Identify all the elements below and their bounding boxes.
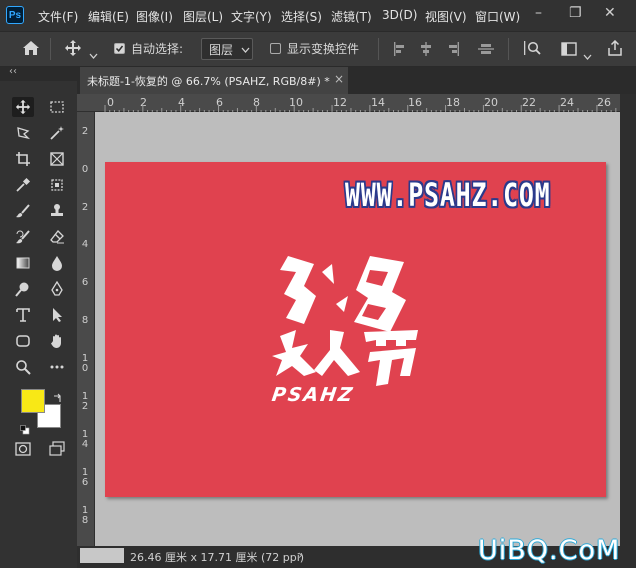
status-menu-arrow-icon[interactable]: › xyxy=(298,548,303,562)
tools-panel-header: ‹‹ xyxy=(0,66,77,81)
eraser-tool-icon[interactable] xyxy=(46,227,68,247)
menu-filter[interactable]: 滤镜(T) xyxy=(331,8,372,25)
frequency-tool-icon[interactable] xyxy=(46,175,68,195)
search-icon[interactable] xyxy=(524,40,542,60)
ruler-label: 12 xyxy=(81,391,89,412)
canvas-url-text: WWW.PSAHZ.COM xyxy=(345,176,551,214)
ruler-label: 6 xyxy=(81,277,89,288)
align-center-icon[interactable] xyxy=(419,41,433,60)
chevron-down-icon[interactable] xyxy=(583,45,592,64)
show-transform-checkbox[interactable] xyxy=(270,43,281,54)
auto-select-label: 自动选择: xyxy=(131,42,184,56)
menu-type[interactable]: 文字(Y) xyxy=(231,8,272,25)
zoom-level-field[interactable] xyxy=(80,548,124,563)
photoshop-logo-icon[interactable]: Ps xyxy=(6,6,24,24)
close-tab-icon[interactable]: × xyxy=(334,72,344,86)
stamp-tool-icon[interactable] xyxy=(46,201,68,221)
ruler-label: 16 xyxy=(81,467,89,488)
frame-tool-icon[interactable] xyxy=(46,149,68,169)
menu-select[interactable]: 选择(S) xyxy=(281,8,322,25)
options-separator xyxy=(508,38,509,60)
gradient-tool-icon[interactable] xyxy=(12,253,34,273)
close-window-button[interactable]: ✕ xyxy=(604,5,616,21)
lasso-tool-icon[interactable] xyxy=(12,123,34,143)
ruler-label: 0 xyxy=(81,164,89,175)
menu-edit[interactable]: 编辑(E) xyxy=(88,8,129,25)
chevron-down-icon[interactable] xyxy=(89,44,98,63)
foreground-color-swatch[interactable] xyxy=(21,389,45,413)
ruler-label: 18 xyxy=(81,505,89,526)
share-icon[interactable] xyxy=(607,39,623,60)
path-selection-tool-icon[interactable] xyxy=(46,305,68,325)
more-tools-icon[interactable] xyxy=(46,357,68,377)
shape-tool-icon[interactable] xyxy=(12,331,34,351)
blur-tool-icon[interactable] xyxy=(46,253,68,273)
quick-mask-icon[interactable] xyxy=(12,439,34,459)
magic-wand-tool-icon[interactable] xyxy=(46,123,68,143)
options-separator xyxy=(378,38,379,60)
ruler-label: 2 xyxy=(81,202,89,213)
show-transform-label: 显示变换控件 xyxy=(287,42,360,56)
align-vertical-icon[interactable] xyxy=(478,41,494,60)
auto-select-target-dropdown[interactable]: 图层 xyxy=(201,38,253,60)
marquee-tool-icon[interactable] xyxy=(46,97,68,117)
screen-mode-icon[interactable] xyxy=(46,439,68,459)
hand-tool-icon[interactable] xyxy=(46,331,68,351)
document-size-info: 26.46 厘米 x 17.71 厘米 (72 ppi) xyxy=(130,551,305,564)
align-right-icon[interactable] xyxy=(446,41,460,60)
minimize-button[interactable]: – xyxy=(535,5,542,21)
horizontal-ruler-ticks xyxy=(104,105,617,112)
site-watermark: UiBQ.CoM xyxy=(478,535,621,566)
history-brush-tool-icon[interactable] xyxy=(12,227,34,247)
restore-button[interactable]: ❐ xyxy=(569,5,582,21)
auto-select-checkbox[interactable] xyxy=(114,43,125,54)
menu-image[interactable]: 图像(I) xyxy=(136,8,173,25)
document-canvas[interactable]: WWW.PSAHZ.COM PSAHZ xyxy=(105,162,606,497)
ruler-label: 8 xyxy=(81,315,89,326)
dodge-tool-icon[interactable] xyxy=(12,279,34,299)
menu-layer[interactable]: 图层(L) xyxy=(183,8,223,25)
eyedropper-tool-icon[interactable] xyxy=(12,175,34,195)
move-tool-preset-icon[interactable] xyxy=(64,39,82,61)
dropdown-value: 图层 xyxy=(209,43,234,57)
ruler-label: 4 xyxy=(81,239,89,250)
menu-3d[interactable]: 3D(D) xyxy=(382,8,417,22)
document-tab-title: 未标题-1-恢复的 @ 66.7% (PSAHZ, RGB/8#) * xyxy=(87,75,330,88)
menu-window[interactable]: 窗口(W) xyxy=(475,8,520,25)
artwork-brand-text: PSAHZ xyxy=(270,384,356,406)
align-left-icon[interactable] xyxy=(393,41,407,60)
default-colors-icon[interactable] xyxy=(20,420,30,439)
options-separator xyxy=(50,38,51,60)
horizontal-ruler[interactable]: 0 2 4 6 8 10 12 14 16 18 20 22 24 26 xyxy=(77,94,620,112)
collapse-panel-icon[interactable]: ‹‹ xyxy=(9,66,17,77)
workspace-icon[interactable] xyxy=(561,41,577,60)
crop-tool-icon[interactable] xyxy=(12,149,34,169)
brush-tool-icon[interactable] xyxy=(12,201,34,221)
menu-file[interactable]: 文件(F) xyxy=(38,8,78,25)
ruler-label: 10 xyxy=(81,353,89,374)
move-tool-icon[interactable] xyxy=(12,97,34,117)
chevron-down-icon xyxy=(241,47,250,53)
ruler-label: 2 xyxy=(81,126,89,137)
ruler-label: 14 xyxy=(81,429,89,450)
zoom-tool-icon[interactable] xyxy=(12,357,34,377)
vertical-ruler[interactable]: 2 0 2 4 6 8 10 12 14 16 18 xyxy=(77,112,95,546)
home-icon[interactable] xyxy=(22,40,40,60)
swap-colors-icon[interactable] xyxy=(53,388,63,407)
menu-view[interactable]: 视图(V) xyxy=(425,8,467,25)
pen-tool-icon[interactable] xyxy=(46,279,68,299)
type-tool-icon[interactable] xyxy=(12,305,34,325)
document-tab[interactable]: 未标题-1-恢复的 @ 66.7% (PSAHZ, RGB/8#) * × xyxy=(80,67,348,94)
vertical-scrollbar[interactable] xyxy=(620,94,636,546)
